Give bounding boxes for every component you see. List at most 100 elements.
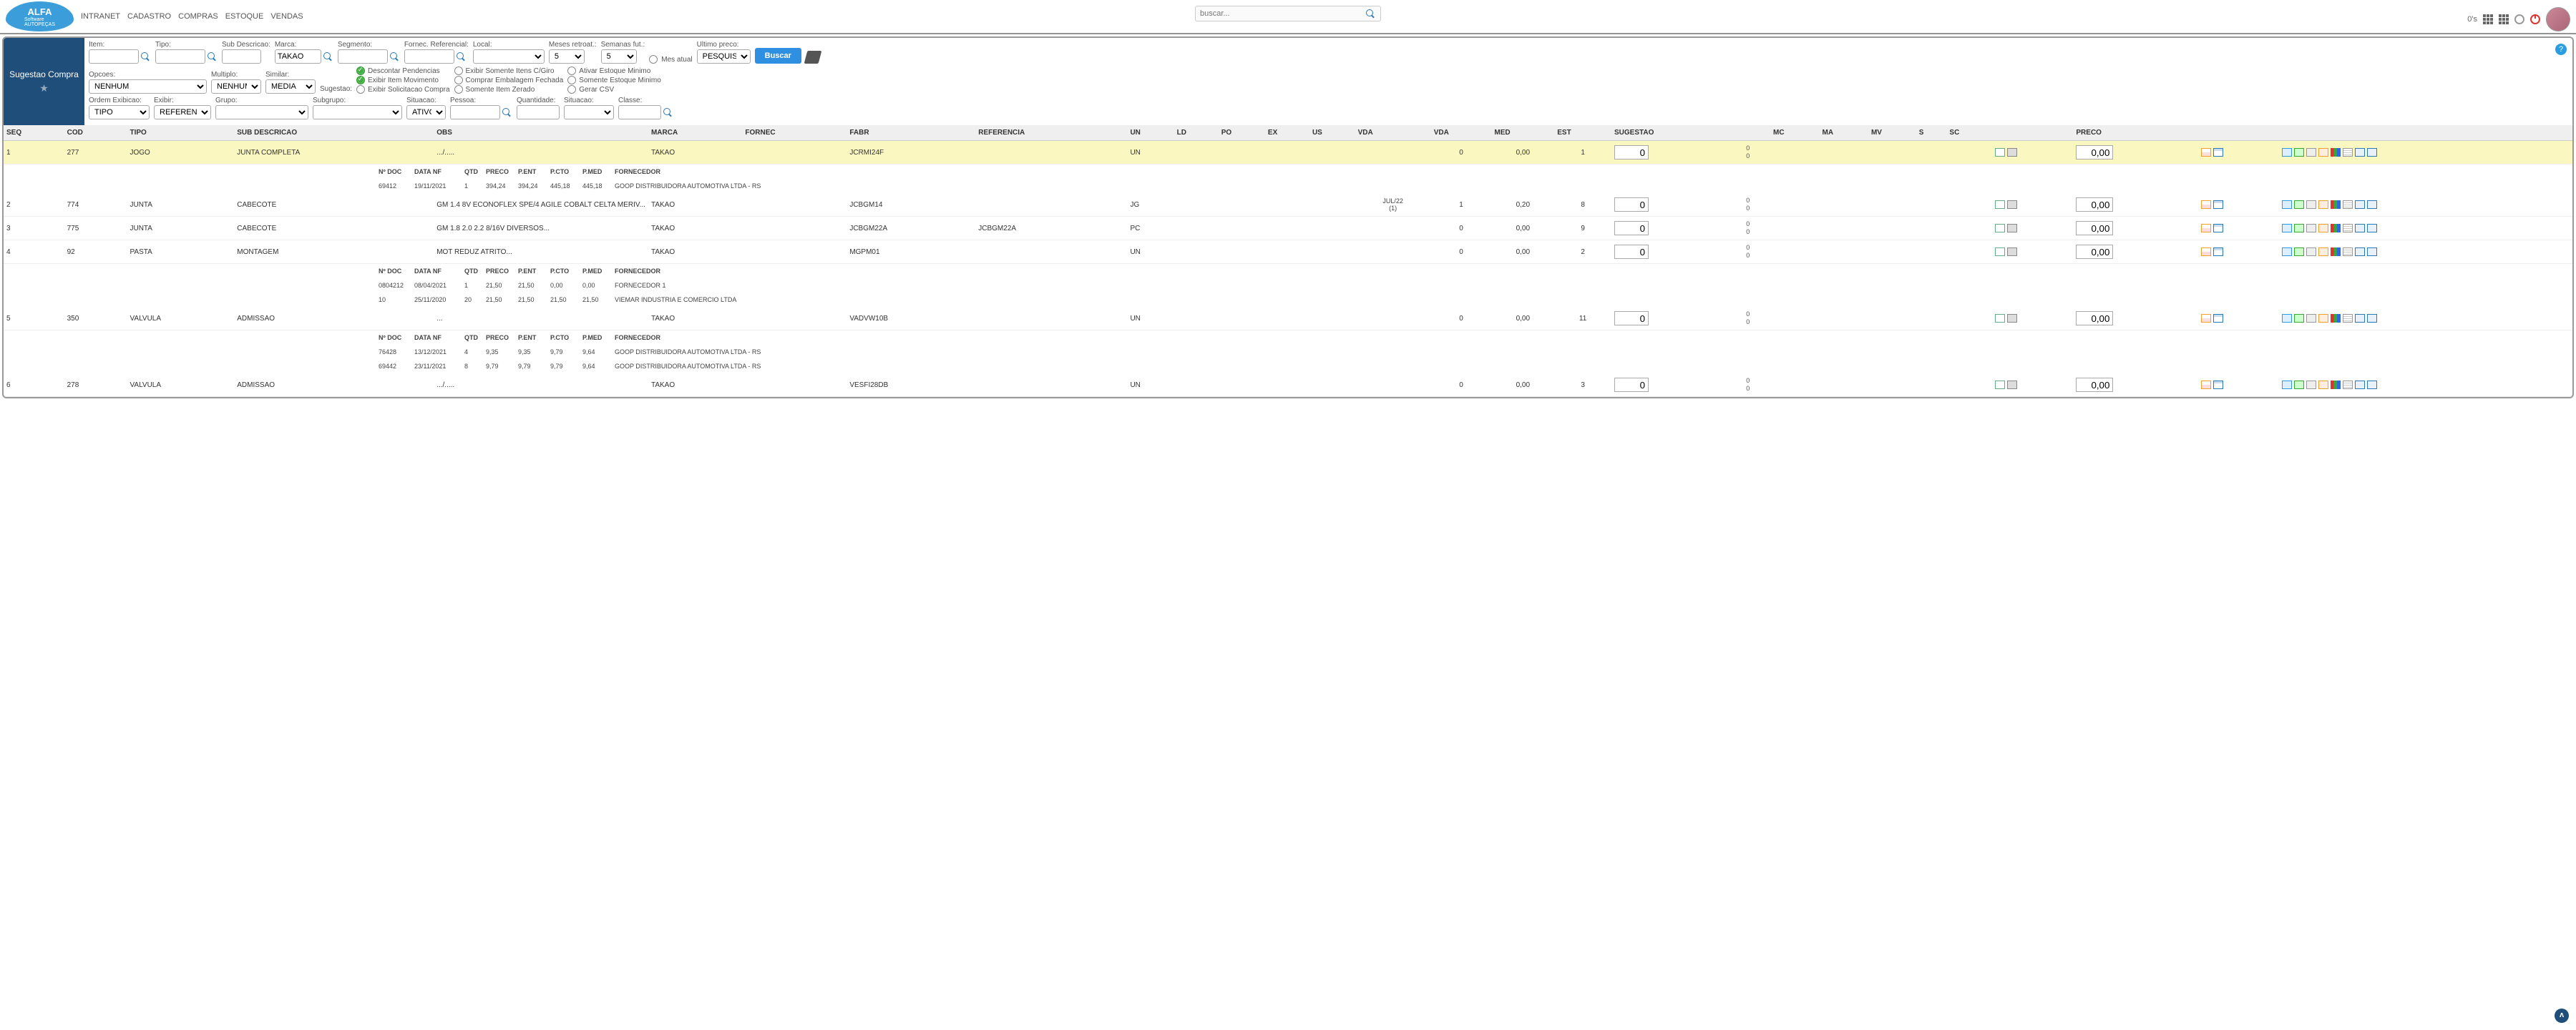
semanas-select[interactable]: 5 [601,49,637,64]
truck-icon[interactable] [2007,381,2017,389]
multiplo-select[interactable]: NENHUM [211,79,261,94]
th-ex[interactable]: EX [1265,125,1309,141]
th-est[interactable]: EST [1554,125,1611,141]
apps-grid-icon[interactable] [2483,14,2493,24]
truck-icon[interactable] [2007,224,2017,232]
window2-icon[interactable] [2213,148,2223,157]
table-row[interactable]: 492PASTAMONTAGEMMOT REDUZ ATRITO...TAKAO… [4,240,2572,264]
truck-icon[interactable] [2007,247,2017,256]
truck-icon[interactable] [2007,314,2017,323]
th-vda[interactable]: VDA [1355,125,1431,141]
table-row[interactable]: 6278VALVULAADMISSAO.../.....TAKAOVESFI28… [4,373,2572,397]
help-icon[interactable]: ? [2555,44,2567,55]
fornec-search-icon[interactable] [456,52,467,62]
box2-icon[interactable] [2367,224,2377,232]
person-icon[interactable] [2282,381,2292,389]
note-icon[interactable] [1995,247,2005,256]
window2-icon[interactable] [2213,200,2223,209]
sugestao-input[interactable] [1614,145,1649,160]
person-icon[interactable] [2282,200,2292,209]
tag-icon[interactable] [2294,200,2304,209]
preco-input[interactable] [2076,378,2113,392]
box-icon[interactable] [2355,381,2365,389]
chart-icon[interactable] [2331,314,2341,323]
copy-icon[interactable] [2306,381,2316,389]
nav-vendas[interactable]: VENDAS [270,12,303,21]
truck-icon[interactable] [2007,148,2017,157]
cart-icon[interactable] [2318,247,2328,256]
classe-search-icon[interactable] [663,107,673,118]
window2-icon[interactable] [2213,381,2223,389]
power-icon[interactable] [2530,14,2540,24]
preco-input[interactable] [2076,311,2113,325]
favorite-star-icon[interactable]: ★ [39,82,49,94]
tag-icon[interactable] [2294,381,2304,389]
item-input[interactable] [89,49,139,64]
th-ld[interactable]: LD [1174,125,1219,141]
table-row[interactable]: 3775JUNTACABECOTEGM 1.8 2.0 2.2 8/16V DI… [4,217,2572,240]
th-tipo[interactable]: TIPO [127,125,234,141]
chk-som-est[interactable] [567,76,576,84]
tag-icon[interactable] [2294,314,2304,323]
meses-select[interactable]: 5 [549,49,585,64]
chart-icon[interactable] [2331,148,2341,157]
person-icon[interactable] [2282,314,2292,323]
th-seq[interactable]: SEQ [4,125,64,141]
quantidade-input[interactable] [517,105,560,119]
box2-icon[interactable] [2367,314,2377,323]
copy-icon[interactable] [2306,247,2316,256]
copy-icon[interactable] [2306,224,2316,232]
ultimopreco-select[interactable]: PESQUISA [697,49,751,64]
chart-icon[interactable] [2331,200,2341,209]
chk-exib-mov[interactable] [356,76,365,84]
local-select[interactable] [473,49,545,64]
preco-input[interactable] [2076,197,2113,212]
th-s[interactable]: S [1916,125,1947,141]
window-icon[interactable] [2201,224,2211,232]
cart-icon[interactable] [2318,148,2328,157]
grid-icon[interactable] [2343,148,2353,157]
th-cod[interactable]: COD [64,125,127,141]
fornec-input[interactable] [404,49,454,64]
box-icon[interactable] [2355,224,2365,232]
note-icon[interactable] [1995,148,2005,157]
th-preco[interactable]: PRECO [2073,125,2197,141]
chart-icon[interactable] [2331,247,2341,256]
apps-grid-icon-2[interactable] [2499,14,2509,24]
grid-icon[interactable] [2343,247,2353,256]
chk-csv[interactable] [567,85,576,94]
chart-icon[interactable] [2331,381,2341,389]
cart-icon[interactable] [2318,200,2328,209]
th-med[interactable]: MED [1491,125,1554,141]
subgrupo-select[interactable] [313,105,402,119]
preco-input[interactable] [2076,221,2113,235]
chk-exib-sol[interactable] [356,85,365,94]
note-icon[interactable] [1995,381,2005,389]
grid-icon[interactable] [2343,200,2353,209]
person-icon[interactable] [2282,148,2292,157]
chk-ativ-est[interactable] [567,67,576,75]
sugestao-input[interactable] [1614,311,1649,325]
marca-search-icon[interactable] [323,52,333,62]
chart-icon[interactable] [2331,224,2341,232]
situacao2-select[interactable] [564,105,614,119]
th-fornec[interactable]: FORNEC [742,125,847,141]
window-icon[interactable] [2201,247,2211,256]
opcoes-select[interactable]: NENHUM [89,79,207,94]
cart-icon[interactable] [2318,381,2328,389]
th-subd[interactable]: SUB DESCRICAO [234,125,434,141]
tag-icon[interactable] [2294,224,2304,232]
th-fabr[interactable]: FABR [847,125,975,141]
box-icon[interactable] [2355,314,2365,323]
nav-compras[interactable]: COMPRAS [178,12,218,21]
th-mv[interactable]: MV [1868,125,1916,141]
window2-icon[interactable] [2213,314,2223,323]
nav-intranet[interactable]: INTRANET [81,12,120,21]
avatar[interactable] [2546,7,2570,31]
person-icon[interactable] [2282,247,2292,256]
gear-icon[interactable] [2514,14,2524,24]
note-icon[interactable] [1995,224,2005,232]
table-row[interactable]: 5350VALVULAADMISSAO...TAKAOVADVW10BUN00,… [4,307,2572,330]
item-search-icon[interactable] [140,52,151,62]
grid-icon[interactable] [2343,224,2353,232]
